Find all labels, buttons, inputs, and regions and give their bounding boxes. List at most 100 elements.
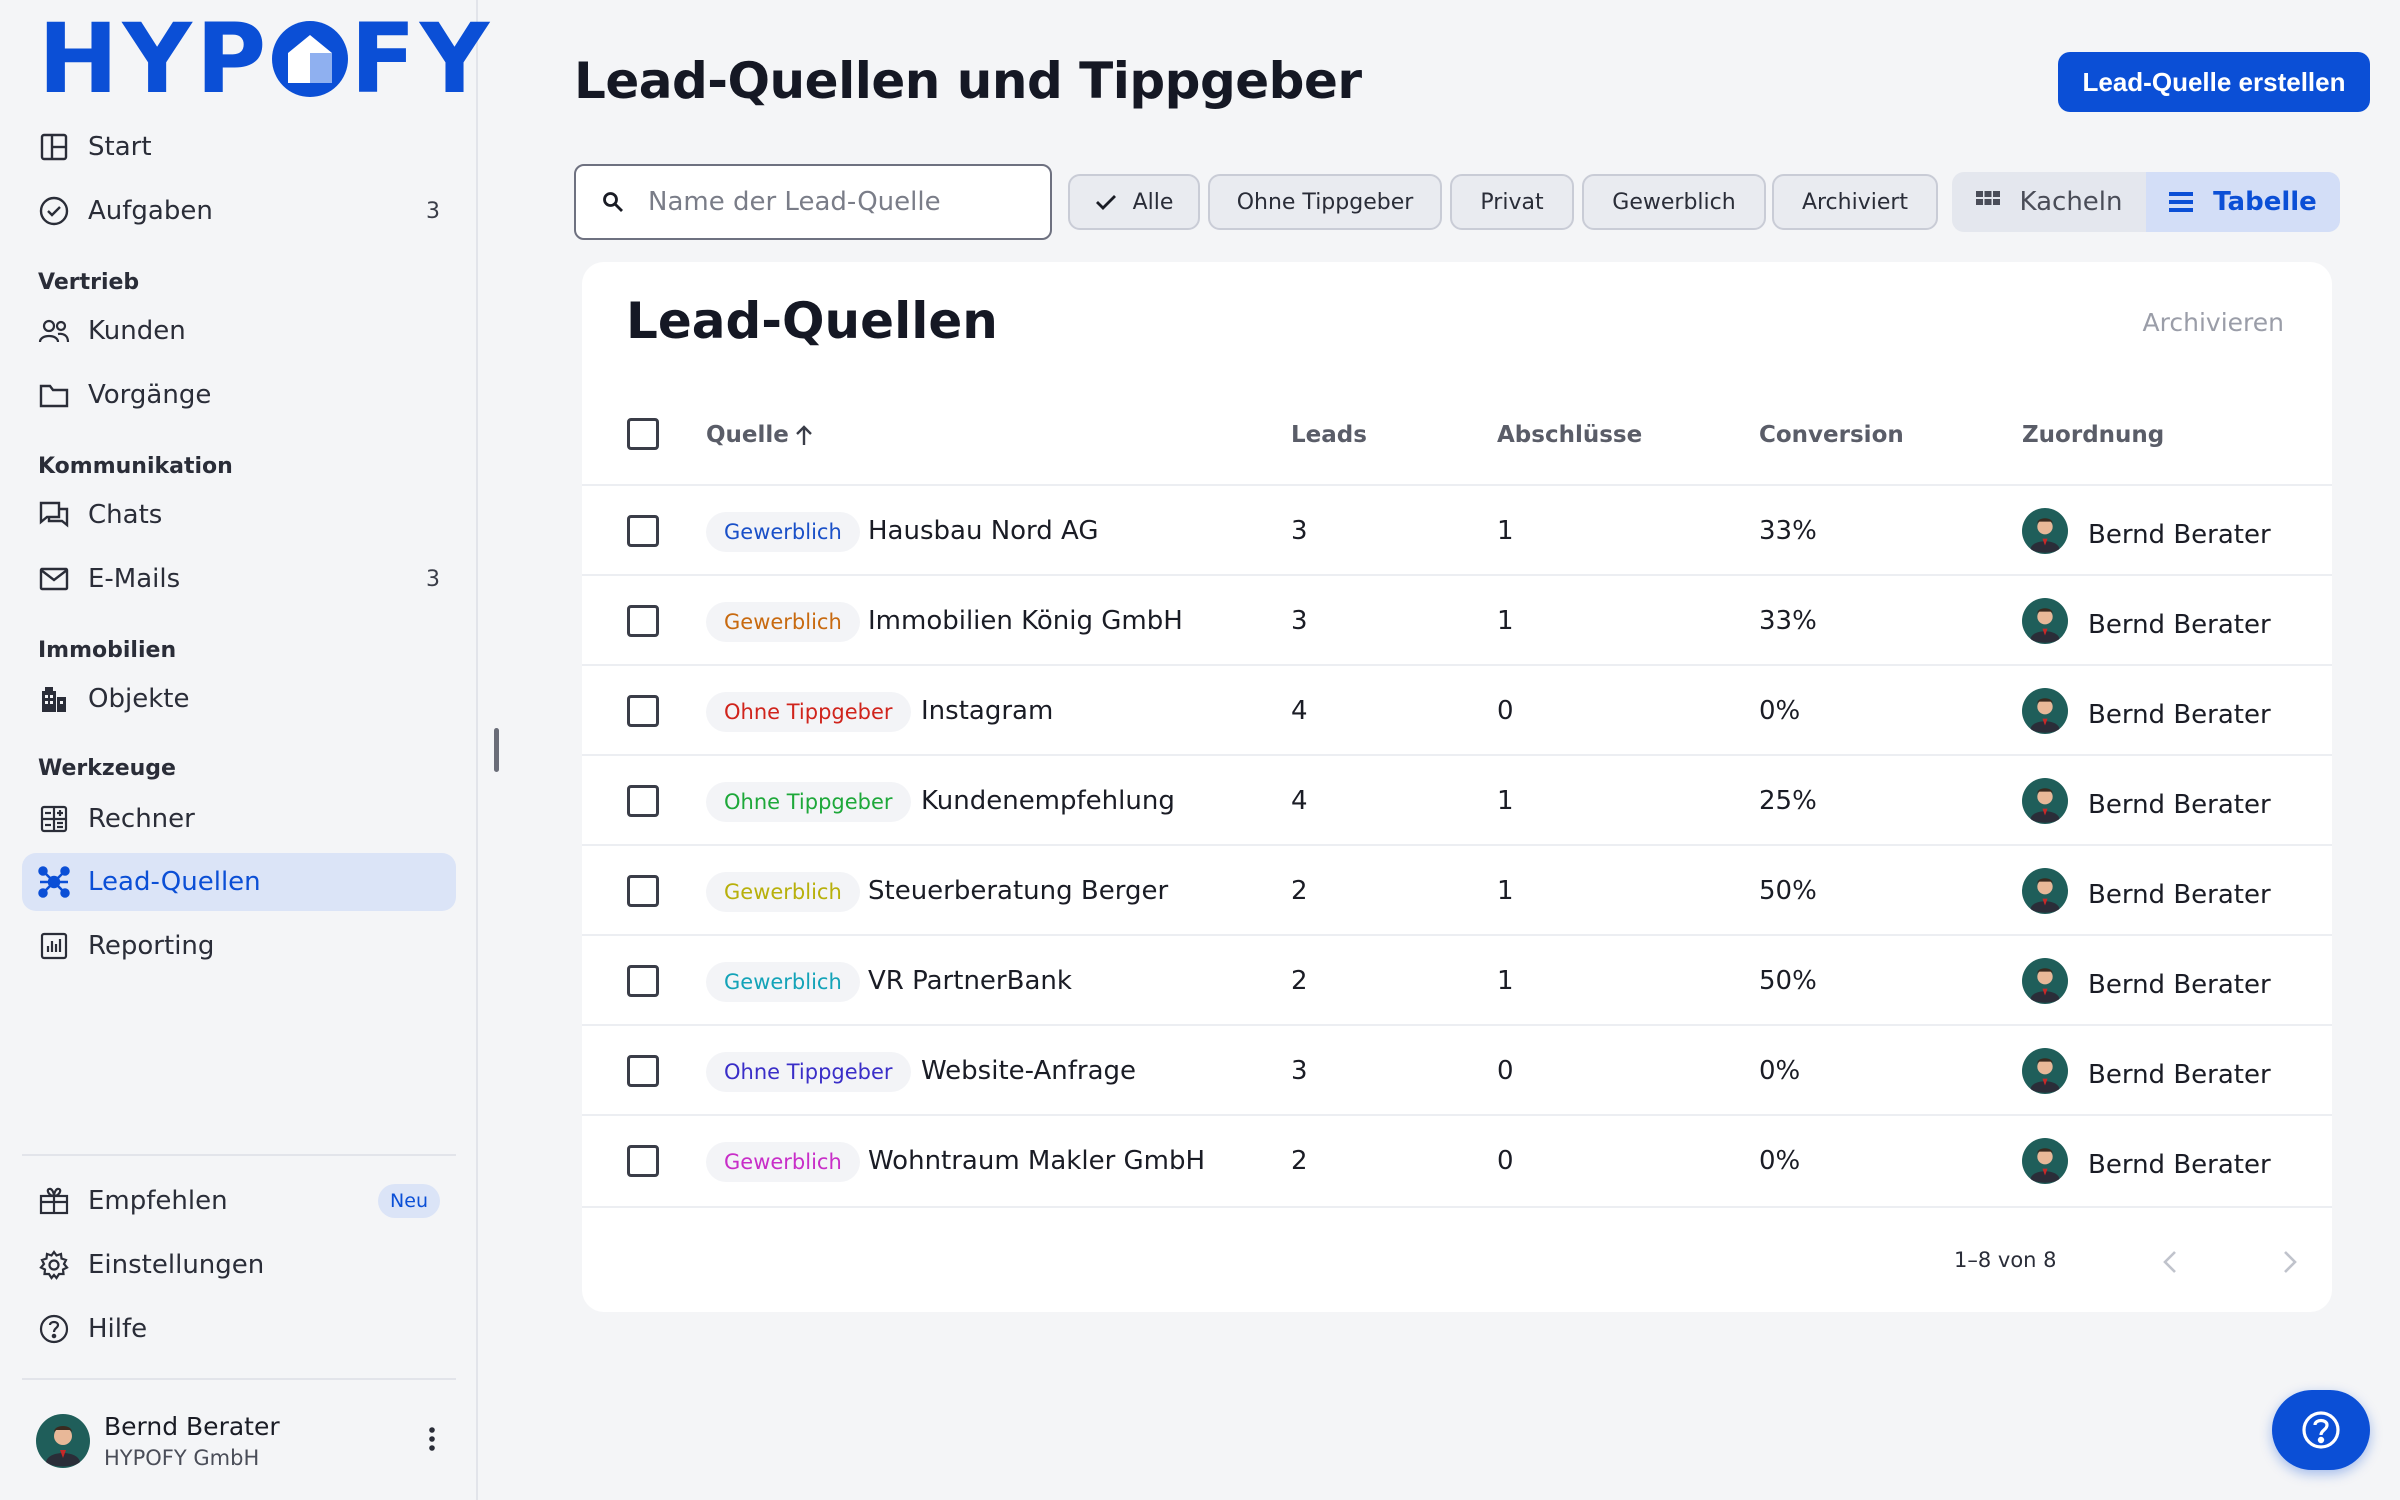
- source-name[interactable]: Website-Anfrage: [921, 1056, 1136, 1086]
- table-row[interactable]: Ohne Tippgeber Instagram 4 0 0% Bernd Berater: [582, 664, 2332, 754]
- sidebar-item-einstellungen[interactable]: Einstellungen: [22, 1236, 456, 1294]
- sidebar-item-rechner[interactable]: Rechner: [22, 790, 456, 848]
- user-profile[interactable]: Bernd Berater HYPOFY GmbH: [36, 1408, 456, 1478]
- sidebar-item-reporting[interactable]: Reporting: [22, 917, 456, 975]
- closings-count: 0: [1497, 1056, 1514, 1086]
- row-checkbox[interactable]: [627, 1055, 659, 1087]
- search-field[interactable]: [574, 164, 1052, 240]
- sidebar-item-aufgaben[interactable]: Aufgaben 3: [22, 182, 456, 240]
- row-checkbox[interactable]: [627, 515, 659, 547]
- sidebar-item-chats[interactable]: Chats: [22, 486, 456, 544]
- table-row[interactable]: Ohne Tippgeber Kundenempfehlung 4 1 25% Bernd…: [582, 754, 2332, 844]
- pagination-info: 1–8 von 8: [1954, 1248, 2057, 1272]
- row-checkbox[interactable]: [627, 1145, 659, 1177]
- category-tag: Ohne Tippgeber: [706, 1052, 911, 1092]
- dashboard-icon: [38, 131, 70, 163]
- avatar: [36, 1414, 90, 1472]
- column-header-abschluesse[interactable]: Abschlüsse: [1497, 422, 1642, 448]
- email-count: 3: [426, 566, 440, 592]
- sidebar-item-emails[interactable]: E-Mails 3: [22, 550, 456, 608]
- create-lead-source-button[interactable]: Lead-Quelle erstellen: [2058, 52, 2370, 112]
- search-input[interactable]: [648, 187, 1028, 217]
- table-row[interactable]: Gewerblich Steuerberatung Berger 2 1 50% Bern…: [582, 844, 2332, 934]
- sidebar-item-hilfe[interactable]: Hilfe: [22, 1300, 456, 1358]
- row-checkbox[interactable]: [627, 965, 659, 997]
- assignee-name: Bernd Berater: [2088, 879, 2271, 910]
- section-immobilien: Immobilien: [38, 638, 177, 663]
- source-name[interactable]: Steuerberatung Berger: [868, 876, 1168, 906]
- assignee-name: Bernd Berater: [2088, 1059, 2271, 1090]
- conversion-rate: 50%: [1759, 876, 1817, 906]
- source-name[interactable]: Immobilien König GmbH: [868, 606, 1183, 636]
- assignee-name: Bernd Berater: [2088, 1149, 2271, 1180]
- filter-chip-archiviert[interactable]: Archiviert: [1772, 174, 1938, 230]
- table-row[interactable]: Gewerblich Wohntraum Makler GmbH 2 0 0% Bernd…: [582, 1114, 2332, 1204]
- sidebar-item-lead-quellen[interactable]: Lead-Quellen: [22, 853, 456, 911]
- archive-action[interactable]: Archivieren: [2143, 308, 2284, 337]
- people-icon: [38, 315, 70, 347]
- table-footer-divider: [582, 1206, 2332, 1208]
- view-option-tabelle[interactable]: Tabelle: [2146, 172, 2340, 232]
- conversion-rate: 33%: [1759, 606, 1817, 636]
- avatar: [2022, 1048, 2068, 1101]
- closings-count: 1: [1497, 606, 1514, 636]
- table-row[interactable]: Ohne Tippgeber Website-Anfrage 3 0 0% Bernd B…: [582, 1024, 2332, 1114]
- view-option-kacheln[interactable]: Kacheln: [1952, 172, 2146, 232]
- chip-label: Alle: [1132, 189, 1174, 215]
- filter-chip-gewerblich[interactable]: Gewerblich: [1582, 174, 1766, 230]
- table-row[interactable]: Gewerblich Hausbau Nord AG 3 1 33% Bernd Bera…: [582, 484, 2332, 574]
- assignee[interactable]: Bernd Berater: [2022, 508, 2271, 561]
- filter-chip-ohne-tippgeber[interactable]: Ohne Tippgeber: [1208, 174, 1442, 230]
- view-option-label: Kacheln: [2019, 187, 2123, 217]
- sidebar-item-label: Kunden: [88, 316, 186, 346]
- assignee[interactable]: Bernd Berater: [2022, 958, 2271, 1011]
- sidebar-item-start[interactable]: Start: [22, 118, 456, 176]
- row-checkbox[interactable]: [627, 605, 659, 637]
- row-checkbox[interactable]: [627, 695, 659, 727]
- mail-icon: [38, 563, 70, 595]
- avatar: [2022, 508, 2068, 561]
- assignee-name: Bernd Berater: [2088, 519, 2271, 550]
- source-name[interactable]: Wohntraum Makler GmbH: [868, 1146, 1205, 1176]
- source-name[interactable]: Instagram: [921, 696, 1053, 726]
- column-header-quelle[interactable]: Quelle: [706, 422, 813, 448]
- table-row[interactable]: Gewerblich VR PartnerBank 2 1 50% Bernd Berat…: [582, 934, 2332, 1024]
- row-checkbox[interactable]: [627, 785, 659, 817]
- select-all-checkbox[interactable]: [627, 418, 659, 450]
- sidebar-item-empfehlen[interactable]: Empfehlen Neu: [22, 1172, 456, 1230]
- list-icon: [2169, 191, 2194, 213]
- source-name[interactable]: VR PartnerBank: [868, 966, 1072, 996]
- sidebar-item-objekte[interactable]: Objekte: [22, 670, 456, 728]
- sidebar-item-vorgaenge[interactable]: Vorgänge: [22, 366, 456, 424]
- profile-company: HYPOFY GmbH: [104, 1446, 260, 1470]
- closings-count: 1: [1497, 966, 1514, 996]
- sidebar-divider: [22, 1154, 456, 1156]
- hypofy-logo[interactable]: HYP FY: [38, 11, 493, 107]
- help-button[interactable]: [2272, 1390, 2370, 1470]
- section-werkzeuge: Werkzeuge: [38, 756, 176, 781]
- kebab-menu-icon[interactable]: [428, 1426, 436, 1459]
- row-checkbox[interactable]: [627, 875, 659, 907]
- column-header-zuordnung[interactable]: Zuordnung: [2022, 422, 2164, 448]
- table-row[interactable]: Gewerblich Immobilien König GmbH 3 1 33% Bern…: [582, 574, 2332, 664]
- logo-text-right: FY: [350, 3, 494, 115]
- filter-chip-alle[interactable]: Alle: [1068, 174, 1200, 230]
- assignee[interactable]: Bernd Berater: [2022, 868, 2271, 921]
- previous-page-icon[interactable]: [2150, 1242, 2190, 1282]
- category-tag: Gewerblich: [706, 962, 860, 1002]
- column-header-leads[interactable]: Leads: [1291, 422, 1367, 448]
- leads-count: 3: [1291, 1056, 1308, 1086]
- source-name[interactable]: Kundenempfehlung: [921, 786, 1175, 816]
- column-header-conversion[interactable]: Conversion: [1759, 422, 1904, 448]
- calculator-icon: [38, 803, 70, 835]
- assignee[interactable]: Bernd Berater: [2022, 688, 2271, 741]
- next-page-icon[interactable]: [2270, 1242, 2310, 1282]
- assignee[interactable]: Bernd Berater: [2022, 1048, 2271, 1101]
- assignee[interactable]: Bernd Berater: [2022, 778, 2271, 831]
- assignee[interactable]: Bernd Berater: [2022, 598, 2271, 651]
- assignee[interactable]: Bernd Berater: [2022, 1138, 2271, 1191]
- source-name[interactable]: Hausbau Nord AG: [868, 516, 1099, 546]
- sidebar-resize-handle[interactable]: [494, 728, 499, 772]
- sidebar-item-kunden[interactable]: Kunden: [22, 302, 456, 360]
- filter-chip-privat[interactable]: Privat: [1450, 174, 1574, 230]
